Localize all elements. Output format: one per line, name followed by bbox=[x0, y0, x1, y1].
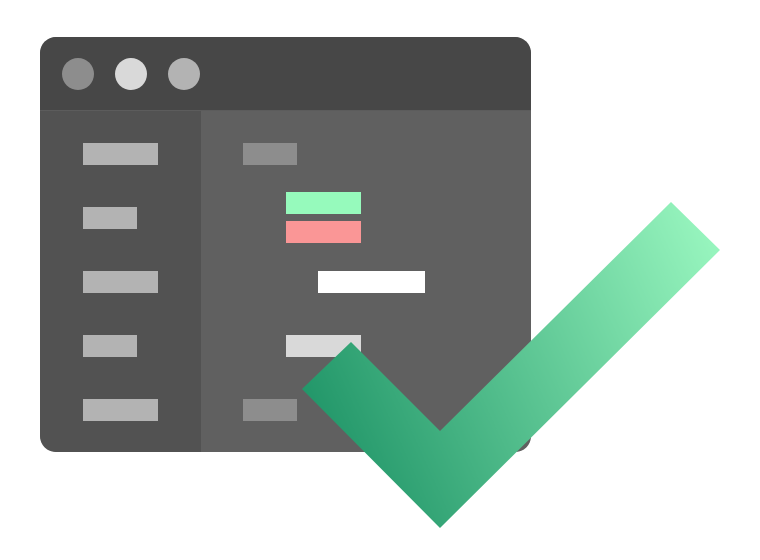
checkmark-icon bbox=[302, 202, 720, 528]
illustration bbox=[0, 0, 760, 560]
checkmark-shape bbox=[302, 202, 720, 528]
